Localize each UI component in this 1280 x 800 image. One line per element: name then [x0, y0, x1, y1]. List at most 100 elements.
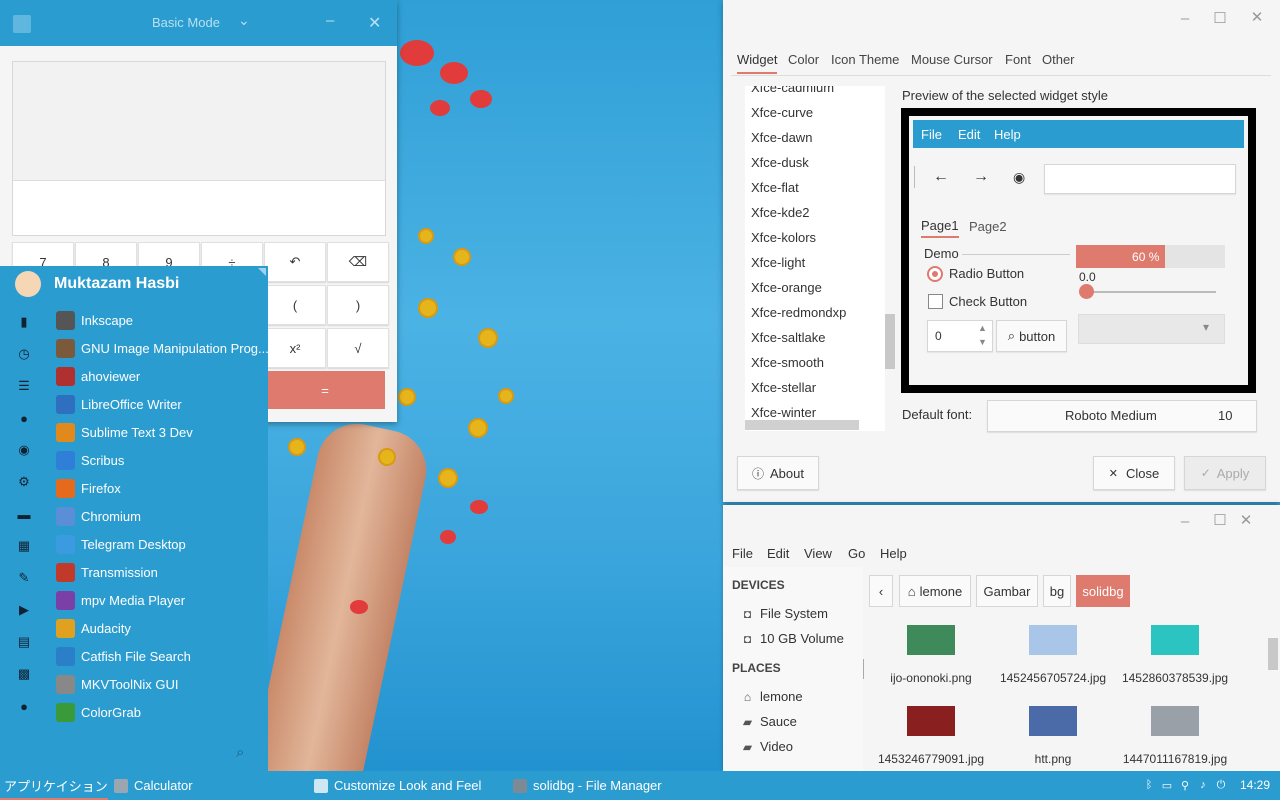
theme-list-item[interactable]: Xfce-saltlake: [751, 330, 825, 345]
key-square[interactable]: x²: [264, 328, 326, 368]
key-open-paren[interactable]: (: [264, 285, 326, 325]
breadcrumb-bg[interactable]: bg: [1043, 575, 1071, 607]
preview-tab-page1[interactable]: Page1: [921, 218, 959, 238]
tab-other[interactable]: Other: [1042, 52, 1075, 67]
calculator-titlebar[interactable]: Basic Mode ⌄ – ✕: [0, 0, 397, 46]
menu-app-item[interactable]: Transmission: [56, 558, 158, 586]
menu-app-item[interactable]: GNU Image Manipulation Prog...: [56, 334, 269, 362]
chevron-down-icon[interactable]: ⌄: [238, 12, 250, 29]
theme-list-item[interactable]: Xfce-curve: [751, 105, 813, 120]
breadcrumb-back[interactable]: ‹: [869, 575, 893, 607]
power-icon[interactable]: ⏻: [1214, 778, 1228, 792]
menu-app-item[interactable]: LibreOffice Writer: [56, 390, 182, 418]
file-item[interactable]: 1447011167819.jpg: [1113, 706, 1237, 771]
spin-down-icon[interactable]: ▼: [978, 337, 987, 347]
breadcrumb-gambar[interactable]: Gambar: [976, 575, 1038, 607]
volume-icon[interactable]: ♪: [1196, 778, 1210, 792]
location-icon[interactable]: ⚲: [1178, 778, 1192, 792]
recent-icon[interactable]: ◷: [16, 346, 32, 362]
menu-app-item[interactable]: Chromium: [56, 502, 141, 530]
bookmark-icon[interactable]: ▮: [16, 314, 32, 330]
menu-app-item[interactable]: Catfish File Search: [56, 642, 191, 670]
tab-widget[interactable]: Widget: [737, 52, 778, 74]
close-icon[interactable]: ✕: [1247, 7, 1267, 27]
games-category-icon[interactable]: ▬: [16, 506, 32, 522]
internet-category-icon[interactable]: ◉: [16, 442, 32, 458]
bluetooth-icon[interactable]: ᛒ: [1142, 778, 1156, 792]
key-close-paren[interactable]: ): [327, 285, 389, 325]
all-apps-icon[interactable]: ☰: [16, 378, 32, 394]
record-icon[interactable]: ◉: [1013, 169, 1025, 186]
clock[interactable]: 14:29: [1240, 778, 1270, 792]
close-icon[interactable]: ✕: [1236, 510, 1256, 530]
theme-list-item[interactable]: Xfce-stellar: [751, 380, 816, 395]
theme-list-item[interactable]: Xfce-light: [751, 255, 805, 270]
apply-button[interactable]: ✓ Apply: [1184, 456, 1266, 490]
settings-category-icon[interactable]: ●: [16, 410, 32, 426]
calculator-mode-label[interactable]: Basic Mode: [152, 15, 220, 30]
preview-scale-track[interactable]: [1085, 291, 1216, 293]
theme-list-item[interactable]: Xfce-flat: [751, 180, 799, 195]
menu-app-item[interactable]: ahoviewer: [56, 362, 140, 390]
fm-scrollbar[interactable]: [1268, 638, 1278, 670]
office-category-icon[interactable]: ✎: [16, 570, 32, 586]
preview-combobox[interactable]: ▾: [1078, 314, 1225, 344]
menu-app-item[interactable]: Sublime Text 3 Dev: [56, 418, 193, 446]
menu-app-item[interactable]: Firefox: [56, 474, 121, 502]
multimedia-category-icon[interactable]: ▶: [16, 602, 32, 618]
minimize-icon[interactable]: –: [326, 12, 334, 29]
system-category-icon[interactable]: ⚙: [16, 474, 32, 490]
theme-list-item[interactable]: Xfce-winter: [751, 405, 816, 420]
tab-icon-theme[interactable]: Icon Theme: [831, 52, 899, 67]
preview-tab-page2[interactable]: Page2: [969, 219, 1007, 234]
menu-app-item[interactable]: Telegram Desktop: [56, 530, 186, 558]
theme-list[interactable]: Xfce-cadmium Xfce-curve Xfce-dawn Xfce-dusk…: [745, 86, 885, 431]
preview-button[interactable]: ⌕ button: [996, 320, 1067, 352]
menu-app-item[interactable]: ColorGrab: [56, 698, 141, 726]
device-volume[interactable]: ◘ 10 GB Volume: [741, 631, 844, 646]
accessories-category-icon[interactable]: ▤: [16, 634, 32, 650]
menu-app-item[interactable]: MKVToolNix GUI: [56, 670, 179, 698]
theme-list-hscrollbar[interactable]: [745, 420, 859, 430]
preview-radio[interactable]: [927, 266, 943, 282]
graphics-category-icon[interactable]: ▦: [16, 538, 32, 554]
place-video[interactable]: ▰ Video: [741, 739, 793, 754]
key-equals[interactable]: =: [265, 371, 385, 409]
breadcrumb-solidbg[interactable]: solidbg: [1076, 575, 1130, 607]
development-category-icon[interactable]: ▩: [16, 666, 32, 682]
fm-menu-go[interactable]: Go: [848, 546, 865, 561]
maximize-icon[interactable]: ☐: [1210, 510, 1230, 530]
theme-list-item[interactable]: Xfce-kde2: [751, 205, 810, 220]
forward-arrow-icon[interactable]: →: [973, 168, 989, 186]
key-sqrt[interactable]: √: [327, 328, 389, 368]
menu-app-item[interactable]: Scribus: [56, 446, 124, 474]
menu-app-item[interactable]: Inkscape: [56, 306, 133, 334]
settings-titlebar[interactable]: – ☐ ✕: [723, 0, 1280, 36]
preview-menu-file[interactable]: File: [921, 127, 942, 142]
file-item[interactable]: ijo-ononoki.png: [869, 625, 993, 691]
theme-list-item[interactable]: Xfce-cadmium: [751, 86, 834, 95]
theme-list-item[interactable]: Xfce-orange: [751, 280, 822, 295]
calculator-display[interactable]: [12, 61, 386, 236]
task-file-manager[interactable]: solidbg - File Manager: [513, 771, 662, 800]
minimize-icon[interactable]: –: [1175, 511, 1195, 531]
theme-list-item[interactable]: Xfce-dusk: [751, 155, 809, 170]
theme-list-item[interactable]: Xfce-redmondxp: [751, 305, 846, 320]
tab-color[interactable]: Color: [788, 52, 819, 67]
theme-list-item[interactable]: Xfce-dawn: [751, 130, 812, 145]
theme-list-item[interactable]: Xfce-smooth: [751, 355, 824, 370]
fm-menu-file[interactable]: File: [732, 546, 753, 561]
search-icon[interactable]: ⌕: [236, 744, 244, 761]
fm-menu-help[interactable]: Help: [880, 546, 907, 561]
fm-menu-view[interactable]: View: [804, 546, 832, 561]
preview-checkbox[interactable]: [928, 294, 943, 309]
resize-handle-icon[interactable]: [258, 268, 266, 276]
file-item[interactable]: htt.png: [991, 706, 1115, 771]
preview-scale-handle[interactable]: [1079, 284, 1094, 299]
task-customize-look[interactable]: Customize Look and Feel: [314, 771, 481, 800]
preview-menu-edit[interactable]: Edit: [958, 127, 980, 142]
backspace-icon[interactable]: ⌫: [327, 242, 389, 282]
applications-menu-button[interactable]: アプリケイション: [4, 771, 108, 800]
preview-spinbutton[interactable]: 0 ▲ ▼: [927, 320, 993, 352]
other-category-icon[interactable]: ●: [16, 698, 32, 714]
